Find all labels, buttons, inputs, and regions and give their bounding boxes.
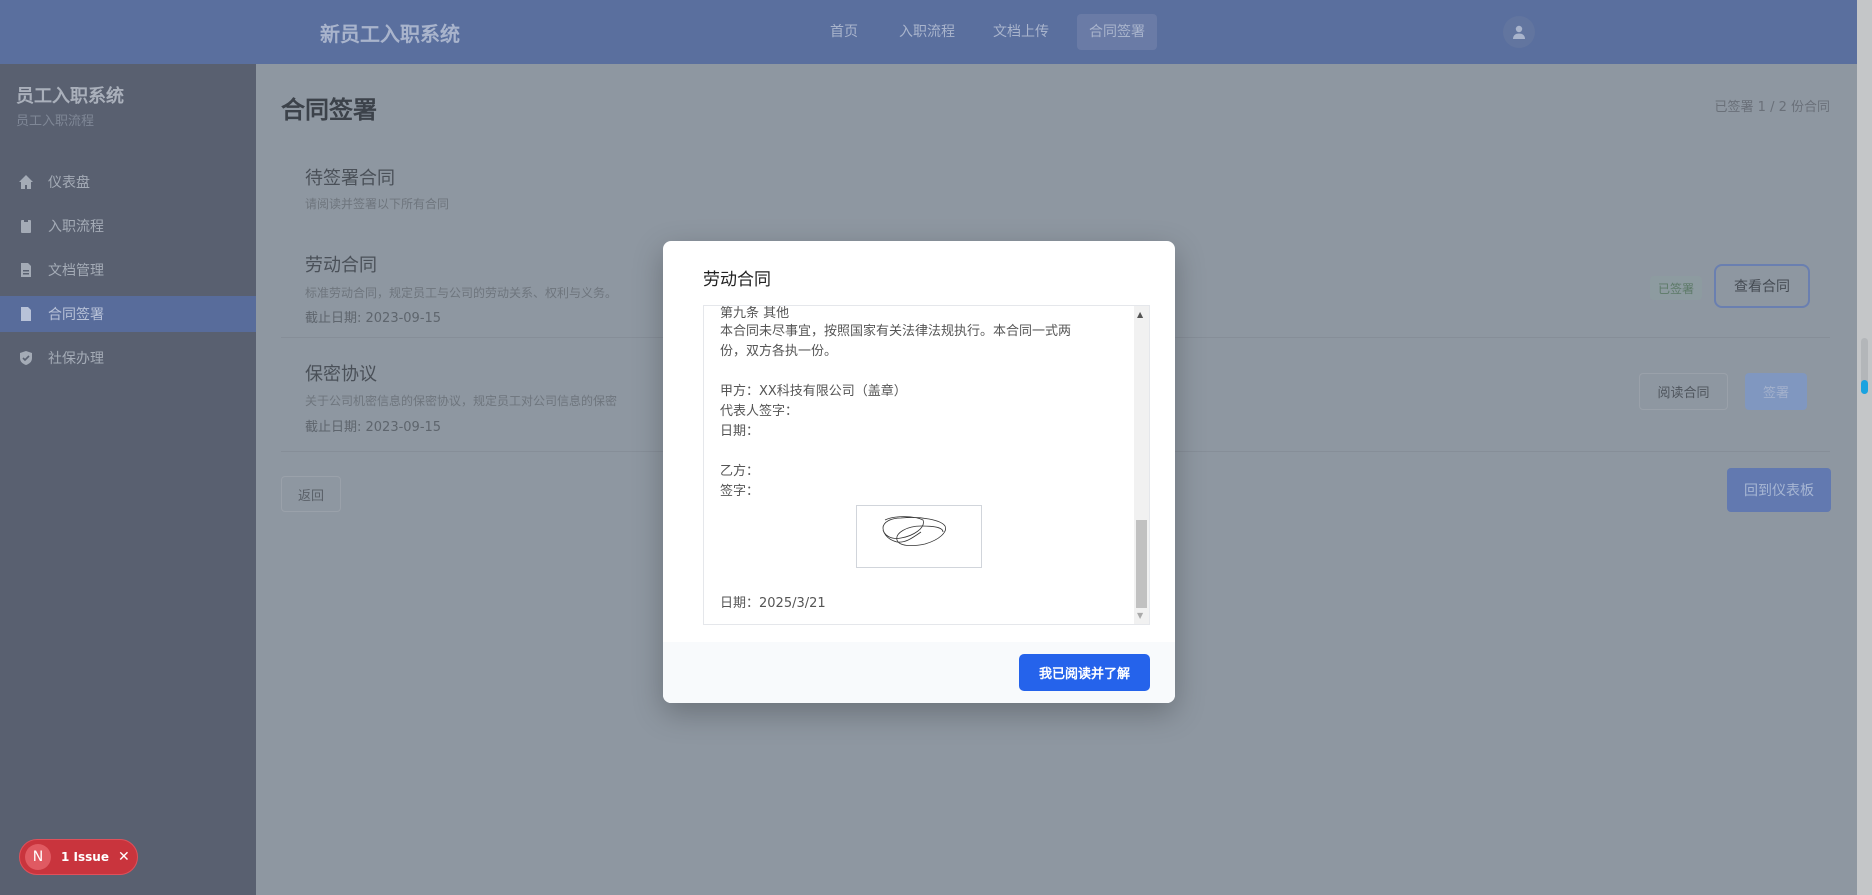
contract-line: 代表人签字： xyxy=(720,404,799,419)
scrollbar-thumb[interactable] xyxy=(1136,520,1147,608)
contract-desc: 标准劳动合同，规定员工与公司的劳动关系、权利与义务。 xyxy=(305,286,618,300)
contract-title: 劳动合同 xyxy=(305,255,377,276)
user-icon xyxy=(1513,25,1525,39)
contract-deadline: 截止日期: 2023-09-15 xyxy=(305,420,442,435)
content-scrollbar[interactable]: ▲ ▼ xyxy=(1134,306,1149,624)
home-icon xyxy=(19,175,33,189)
sign-button[interactable]: 签署 xyxy=(1745,373,1807,410)
contract-line: 本合同未尽事宜，按照国家有关法律法规执行。本合同一式两 xyxy=(720,324,1072,339)
scroll-up-icon[interactable]: ▲ xyxy=(1137,310,1143,319)
contract-modal: 劳动合同 第九条 其他 本合同未尽事宜，按照国家有关法律法规执行。本合同一式两 … xyxy=(663,241,1175,703)
sidebar-item-label: 合同签署 xyxy=(48,307,104,323)
section-subtitle: 请阅读并签署以下所有合同 xyxy=(305,197,450,211)
section-title: 待签署合同 xyxy=(305,168,395,189)
avatar[interactable] xyxy=(1503,16,1535,48)
back-button[interactable]: 返回 xyxy=(281,476,341,512)
nav-upload[interactable]: 文档上传 xyxy=(981,14,1061,50)
clipboard-icon xyxy=(21,219,31,233)
sidebar-title: 员工入职系统 xyxy=(16,86,124,107)
app-title: 新员工入职系统 xyxy=(320,22,460,46)
page-title: 合同签署 xyxy=(281,96,377,124)
contract-deadline: 截止日期: 2023-09-15 xyxy=(305,311,442,326)
n-logo-icon: N xyxy=(25,844,51,870)
issue-badge[interactable]: N 1 Issue ✕ xyxy=(19,839,138,875)
modal-title: 劳动合同 xyxy=(703,270,771,290)
sidebar-item-dashboard[interactable]: 仪表盘 xyxy=(0,164,256,200)
contract-line: 甲方：XX科技有限公司（盖章） xyxy=(720,384,907,399)
contract-line: 签字： xyxy=(720,484,760,499)
contract-line: 日期：2025/3/21 xyxy=(720,596,826,611)
sidebar-item-label: 文档管理 xyxy=(48,263,104,279)
sidebar-item-label: 社保办理 xyxy=(48,351,104,367)
sidebar-subtitle: 员工入职流程 xyxy=(16,114,95,129)
contract-title: 保密协议 xyxy=(305,364,377,385)
sidebar-item-onboarding[interactable]: 入职流程 xyxy=(0,208,256,244)
sidebar-item-label: 入职流程 xyxy=(48,219,104,235)
page-scrollbar[interactable] xyxy=(1857,0,1872,895)
scroll-down-icon[interactable]: ▼ xyxy=(1137,611,1143,620)
scroll-indicator xyxy=(1861,380,1868,394)
sidebar-item-label: 仪表盘 xyxy=(48,175,90,191)
confirm-read-button[interactable]: 我已阅读并了解 xyxy=(1019,654,1150,691)
contract-line: 日期： xyxy=(720,424,760,439)
contract-desc: 关于公司机密信息的保密协议，规定员工对公司信息的保密 xyxy=(305,394,618,408)
contract-line: 乙方： xyxy=(720,464,760,479)
contract-line: 第九条 其他 xyxy=(720,306,790,321)
nav-home[interactable]: 首页 xyxy=(818,14,870,50)
status-badge: 已签署 xyxy=(1650,276,1702,300)
sidebar-item-documents[interactable]: 文档管理 xyxy=(0,252,256,288)
sidebar-item-social-security[interactable]: 社保办理 xyxy=(0,340,256,376)
signature-image xyxy=(856,505,982,568)
file-icon xyxy=(21,307,31,321)
close-icon[interactable]: ✕ xyxy=(118,849,130,865)
nav-onboarding[interactable]: 入职流程 xyxy=(887,14,967,50)
read-contract-button[interactable]: 阅读合同 xyxy=(1639,373,1728,410)
contract-content[interactable]: 第九条 其他 本合同未尽事宜，按照国家有关法律法规执行。本合同一式两 份，双方各… xyxy=(703,305,1150,625)
sign-progress: 已签署 1 / 2 份合同 xyxy=(1714,100,1830,115)
nav-contract[interactable]: 合同签署 xyxy=(1077,14,1157,50)
shield-icon xyxy=(20,351,32,365)
document-icon xyxy=(21,263,31,277)
contract-line: 份，双方各执一份。 xyxy=(720,344,838,359)
sidebar-item-contract[interactable]: 合同签署 xyxy=(0,296,256,332)
issue-label: 1 Issue xyxy=(61,850,109,864)
view-contract-button[interactable]: 查看合同 xyxy=(1714,264,1810,308)
dashboard-button[interactable]: 回到仪表板 xyxy=(1727,468,1831,512)
